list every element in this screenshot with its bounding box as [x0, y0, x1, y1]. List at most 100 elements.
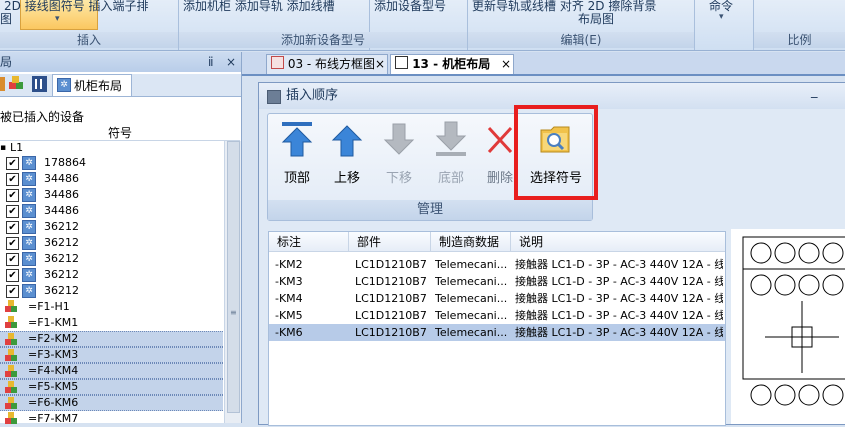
cell-manufacturer: Telemecani... [435, 275, 508, 288]
tab-icon-partial[interactable] [0, 77, 5, 91]
cell-tag: -KM3 [275, 275, 303, 288]
checkbox-checked-icon[interactable]: ✔ [6, 221, 19, 234]
ribbon-group-text[interactable]: 更新导轨或线槽 对齐 2D 擦除背景 [472, 0, 656, 14]
move-up-button[interactable]: 上移 [324, 118, 370, 188]
pin-icon[interactable]: ⅱ [208, 52, 214, 72]
panel-title: 局 [0, 55, 13, 69]
checkbox-checked-icon[interactable]: ✔ [6, 237, 19, 250]
chevron-down-icon[interactable]: ▾ [55, 14, 60, 24]
tree-symbol-row[interactable]: =F1-H1 [0, 299, 223, 315]
tree-item-row[interactable]: ✔ ✲ 34486 [0, 203, 223, 219]
close-icon[interactable]: × [501, 55, 511, 74]
table-row[interactable]: -KM4 LC1D1210B7 Telemecani... 接触器 LC1-D - 3… [269, 290, 725, 307]
button-label: 上移 [333, 171, 360, 186]
scrollbar-thumb[interactable]: ≡ [227, 141, 240, 413]
tree-symbol-row[interactable]: =F4-KM4 [0, 363, 223, 379]
column-header-symbol[interactable]: 符号 [0, 124, 240, 141]
tree-symbol-label: =F3-KM3 [28, 348, 79, 361]
tree-symbol-label: =F4-KM4 [28, 364, 79, 377]
delete-x-icon [487, 126, 513, 154]
ribbon-group-text[interactable]: 添加设备型号 [374, 0, 446, 14]
arrow-up-icon [331, 125, 363, 157]
checkbox-checked-icon[interactable]: ✔ [6, 173, 19, 186]
checkbox-checked-icon[interactable]: ✔ [6, 285, 19, 298]
tree-item-row[interactable]: ✔ ✲ 36212 [0, 235, 223, 251]
tree-symbol-row[interactable]: =F2-KM2 [0, 331, 223, 347]
gear-icon: ✲ [22, 156, 36, 170]
insert-order-table: 标注 部件 制造商数据 说明 -KM2 LC1D1210B7 Telemecani.… [268, 231, 726, 426]
tree-symbol-row[interactable]: =F7-KM7 [0, 411, 223, 427]
cell-tag: -KM6 [275, 326, 303, 339]
tab-cabinet-layout[interactable]: ✲ 机柜布局 [52, 74, 132, 96]
gear-icon: ✲ [22, 220, 36, 234]
tree-symbol-row[interactable]: =F5-KM5 [0, 379, 223, 395]
collapse-icon[interactable]: ▪ [0, 140, 6, 156]
tab-wiring-block-diagram[interactable]: 03 - 布线方框图 × [266, 54, 388, 74]
page-icon [271, 56, 284, 69]
close-icon[interactable]: × [226, 52, 236, 72]
cell-manufacturer: Telemecani... [435, 292, 508, 305]
tree-item-row[interactable]: ✔ ✲ 36212 [0, 251, 223, 267]
tree-symbol-row[interactable]: =F6-KM6 [0, 395, 223, 411]
tree-root-row[interactable]: ▪ L1 [0, 140, 223, 156]
tree-symbol-label: =F7-KM7 [28, 412, 79, 425]
scrollbar[interactable]: ≡ [224, 141, 241, 423]
cell-tag: -KM5 [275, 309, 303, 322]
cubes-icon [5, 333, 20, 346]
move-bottom-button[interactable]: 底部 [428, 118, 474, 188]
tree-item-row[interactable]: ✔ ✲ 34486 [0, 171, 223, 187]
tree-item-row[interactable]: ✔ ✲ 34486 [0, 187, 223, 203]
tree-item-row[interactable]: ✔ ✲ 36212 [0, 267, 223, 283]
column-header-description[interactable]: 说明 [511, 232, 725, 252]
cell-part: LC1D1210B7 [355, 275, 427, 288]
ribbon-group-label: 插入 [0, 32, 178, 48]
ribbon-group-text-2[interactable]: 布局图 [578, 10, 614, 27]
ribbon-group-text-2[interactable]: 图 [0, 10, 12, 27]
panel-title-bar: 局 ⅱ × [0, 52, 241, 72]
move-down-button[interactable]: 下移 [376, 118, 422, 188]
ribbon-group-add-device: 添加机柜 添加导轨 添加线槽 添加新设备型号 [179, 0, 467, 50]
cubes-icon [5, 397, 20, 410]
column-header-tag[interactable]: 标注 [269, 232, 349, 252]
cell-manufacturer: Telemecani... [435, 309, 508, 322]
table-row[interactable]: -KM6 LC1D1210B7 Telemecani... 接触器 LC1-D - 3… [269, 324, 725, 341]
close-icon[interactable]: × [375, 55, 385, 74]
checkbox-checked-icon[interactable]: ✔ [6, 269, 19, 282]
tree-item-row[interactable]: ✔ ✲ 36212 [0, 283, 223, 299]
tree-item-label: 178864 [44, 156, 86, 169]
tree-symbol-label: =F5-KM5 [28, 380, 79, 393]
checkbox-checked-icon[interactable]: ✔ [6, 189, 19, 202]
section-label: 被已插入的设备 [0, 110, 85, 124]
move-top-button[interactable]: 顶部 [274, 118, 320, 188]
tree-symbol-row[interactable]: =F1-KM1 [0, 315, 223, 331]
cell-part: LC1D1210B7 [355, 292, 427, 305]
gear-icon: ✲ [22, 204, 36, 218]
cell-tag: -KM4 [275, 292, 303, 305]
tree-item-row[interactable]: ✔ ✲ 178864 [0, 155, 223, 171]
ribbon-group-text[interactable]: 2D 接线图符号 插入端子排 [4, 0, 149, 14]
tree-symbol-row[interactable]: =F3-KM3 [0, 347, 223, 363]
checkbox-checked-icon[interactable]: ✔ [6, 253, 19, 266]
cubes-icon [5, 365, 20, 378]
column-header-manufacturer[interactable]: 制造商数据 [431, 232, 511, 252]
tab-cabinet-layout-doc[interactable]: 13 - 机柜布局 × [390, 54, 514, 74]
ribbon-group-text[interactable]: 添加机柜 添加导轨 添加线槽 [183, 0, 335, 14]
tree-item-label: 36212 [44, 236, 79, 249]
cubes-tab-icon[interactable] [9, 76, 25, 92]
cabinet-tab-icon[interactable] [32, 76, 47, 92]
column-header-part[interactable]: 部件 [349, 232, 431, 252]
arrow-top-icon [281, 122, 313, 157]
ribbon-group-add-model: 添加设备型号 [370, 0, 468, 50]
cubes-icon [5, 412, 20, 425]
table-row[interactable]: -KM5 LC1D1210B7 Telemecani... 接触器 LC1-D - 3… [269, 307, 725, 324]
checkbox-checked-icon[interactable]: ✔ [6, 205, 19, 218]
table-row[interactable]: -KM3 LC1D1210B7 Telemecani... 接触器 LC1-D - 3… [269, 273, 725, 290]
dialog-icon [267, 90, 281, 104]
tree-item-row[interactable]: ✔ ✲ 36212 [0, 219, 223, 235]
button-label: 下移 [385, 171, 412, 186]
chevron-down-icon[interactable]: ▾ [719, 12, 724, 22]
gear-icon: ✲ [22, 188, 36, 202]
checkbox-checked-icon[interactable]: ✔ [6, 157, 19, 170]
minimize-button[interactable]: _ [811, 79, 818, 105]
table-row[interactable]: -KM2 LC1D1210B7 Telemecani... 接触器 LC1-D - 3… [269, 256, 725, 273]
